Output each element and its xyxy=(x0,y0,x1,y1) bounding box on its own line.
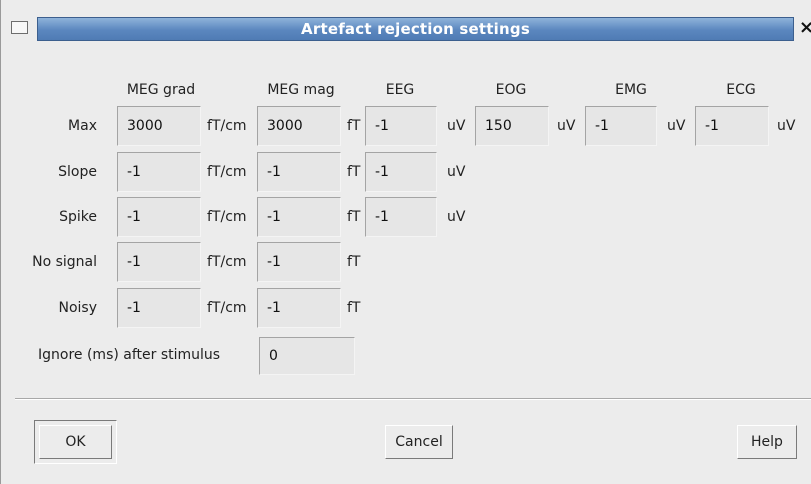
slope-meg-mag-field[interactable] xyxy=(257,152,341,192)
window-title: Artefact rejection settings xyxy=(37,17,794,41)
max-emg-unit: uV xyxy=(667,118,686,134)
max-meg-mag-field[interactable] xyxy=(257,106,341,146)
slope-meg-grad-unit: fT/cm xyxy=(207,164,247,180)
slope-eeg-unit: uV xyxy=(447,164,466,180)
max-eeg-field[interactable] xyxy=(365,106,437,146)
window-menu-icon[interactable] xyxy=(11,21,28,34)
spike-eeg-field[interactable] xyxy=(365,197,437,237)
slope-meg-mag-unit: fT xyxy=(347,164,361,180)
slope-eeg-field[interactable] xyxy=(365,152,437,192)
cancel-button[interactable]: Cancel xyxy=(385,425,453,459)
spike-meg-mag-unit: fT xyxy=(347,209,361,225)
noisy-meg-grad-field[interactable] xyxy=(117,288,201,328)
slope-meg-grad-field[interactable] xyxy=(117,152,201,192)
column-header-ecg: ECG xyxy=(726,82,756,98)
ignore-after-stimulus-label: Ignore (ms) after stimulus xyxy=(38,347,221,363)
column-header-eog: EOG xyxy=(495,82,527,98)
separator xyxy=(15,398,811,400)
no-signal-meg-grad-unit: fT/cm xyxy=(207,254,247,270)
column-header-meg-mag: MEG mag xyxy=(267,82,335,98)
spike-eeg-unit: uV xyxy=(447,209,466,225)
max-eog-field[interactable] xyxy=(475,106,549,146)
noisy-meg-mag-field[interactable] xyxy=(257,288,341,328)
ok-button[interactable]: OK xyxy=(39,425,112,459)
ignore-after-stimulus-field[interactable] xyxy=(259,337,355,375)
no-signal-meg-mag-unit: fT xyxy=(347,254,361,270)
help-button[interactable]: Help xyxy=(737,425,797,459)
row-label-slope: Slope xyxy=(58,164,97,180)
max-eeg-unit: uV xyxy=(447,118,466,134)
max-eog-unit: uV xyxy=(557,118,576,134)
no-signal-meg-grad-field[interactable] xyxy=(117,242,201,282)
title-bar[interactable]: Artefact rejection settings × xyxy=(1,0,811,42)
artefact-rejection-dialog: Artefact rejection settings × MEG grad M… xyxy=(0,0,811,484)
row-label-noisy: Noisy xyxy=(58,300,97,316)
noisy-meg-grad-unit: fT/cm xyxy=(207,300,247,316)
spike-meg-grad-field[interactable] xyxy=(117,197,201,237)
max-ecg-unit: uV xyxy=(777,118,796,134)
spike-meg-grad-unit: fT/cm xyxy=(207,209,247,225)
row-label-spike: Spike xyxy=(59,209,97,225)
max-emg-field[interactable] xyxy=(585,106,657,146)
no-signal-meg-mag-field[interactable] xyxy=(257,242,341,282)
column-header-meg-grad: MEG grad xyxy=(126,82,196,98)
spike-meg-mag-field[interactable] xyxy=(257,197,341,237)
column-header-eeg: EEG xyxy=(385,82,415,98)
close-icon[interactable]: × xyxy=(799,17,811,41)
max-meg-grad-field[interactable] xyxy=(117,106,201,146)
max-ecg-field[interactable] xyxy=(695,106,769,146)
row-label-no-signal: No signal xyxy=(32,254,97,270)
row-label-max: Max xyxy=(68,118,97,134)
column-header-emg: EMG xyxy=(615,82,647,98)
max-meg-grad-unit: fT/cm xyxy=(207,118,247,134)
max-meg-mag-unit: fT xyxy=(347,118,361,134)
noisy-meg-mag-unit: fT xyxy=(347,300,361,316)
